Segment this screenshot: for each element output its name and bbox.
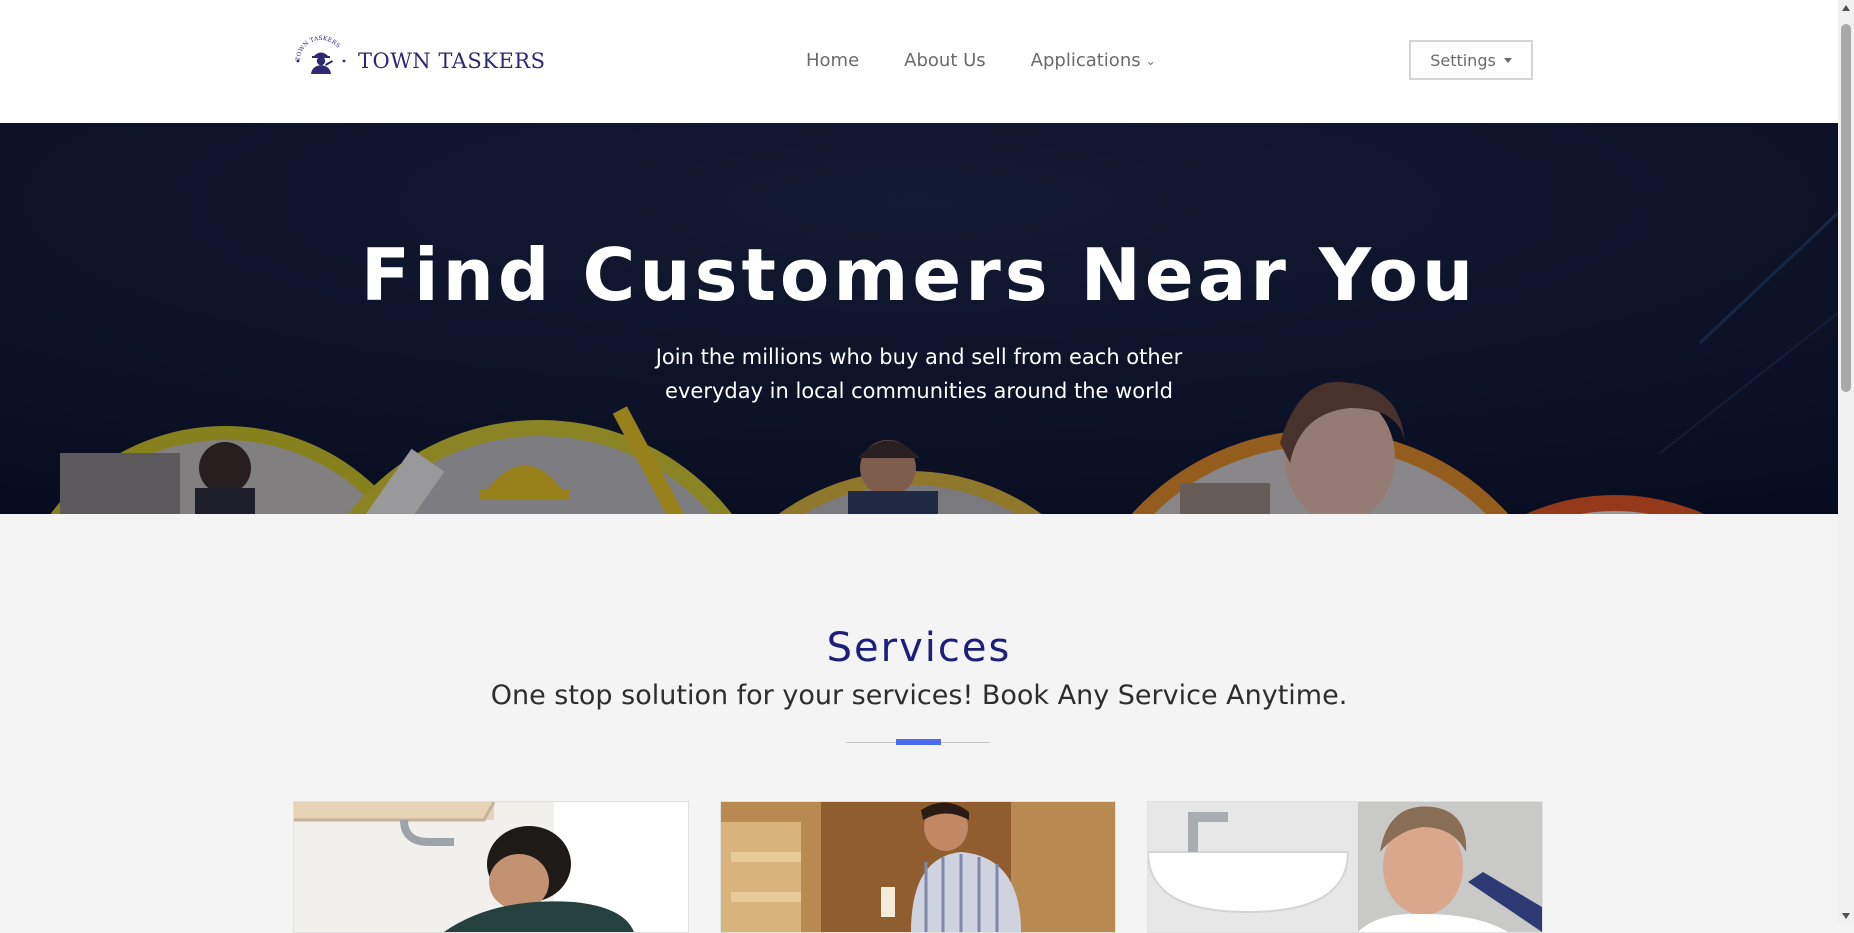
brand-logo[interactable]: TOWN TASKERS TOWN TASKERS [292, 31, 545, 91]
nav-home-label: Home [806, 50, 860, 71]
brand-name: TOWN TASKERS [358, 49, 546, 73]
nav-about-us-label: About Us [904, 50, 986, 71]
hero-subtitle: Join the millions who buy and sell from … [0, 340, 1838, 408]
section-divider-accent [896, 739, 941, 745]
hero-overlay [0, 123, 1838, 514]
settings-label: Settings [1430, 50, 1496, 70]
hero-subtitle-line-1: Join the millions who buy and sell from … [655, 345, 1183, 369]
plumber-under-sink-photo [294, 802, 688, 932]
service-card-1[interactable] [293, 801, 689, 933]
chevron-down-icon: ⌄ [1145, 54, 1156, 68]
nav-home-link[interactable]: Home [806, 47, 859, 75]
page-scrollbar[interactable] [1838, 0, 1854, 924]
services-heading: Services [826, 625, 1012, 671]
service-card-2[interactable] [720, 801, 1116, 933]
nav-applications-dropdown[interactable]: Applications ⌄ [1031, 47, 1156, 75]
settings-dropdown-button[interactable]: Settings [1409, 40, 1533, 80]
hero-title: Find Customers Near You [360, 233, 1478, 317]
main-nav: Home About Us Applications ⌄ [806, 47, 1201, 75]
worker-badge-icon: TOWN TASKERS [293, 33, 349, 89]
nav-about-us-link[interactable]: About Us [904, 47, 986, 75]
caret-down-icon [1503, 57, 1512, 63]
plumber-at-washbasin-photo [1148, 802, 1542, 932]
site-header: TOWN TASKERS TOWN TASKERS Home About Us … [0, 0, 1838, 123]
services-subheading: One stop solution for your services! Boo… [490, 680, 1348, 711]
hero-subtitle-line-2: everyday in local communities around the… [665, 379, 1173, 403]
carpenter-woodwork-photo [721, 802, 1115, 932]
scrollbar-thumb[interactable] [1841, 24, 1851, 392]
nav-applications-label: Applications [1030, 50, 1141, 71]
scroll-up-arrow-icon[interactable] [1842, 5, 1850, 11]
hero-banner: Find Customers Near You Join the million… [0, 123, 1838, 514]
service-card-3[interactable] [1147, 801, 1543, 933]
scroll-down-arrow-icon[interactable] [1842, 913, 1850, 919]
